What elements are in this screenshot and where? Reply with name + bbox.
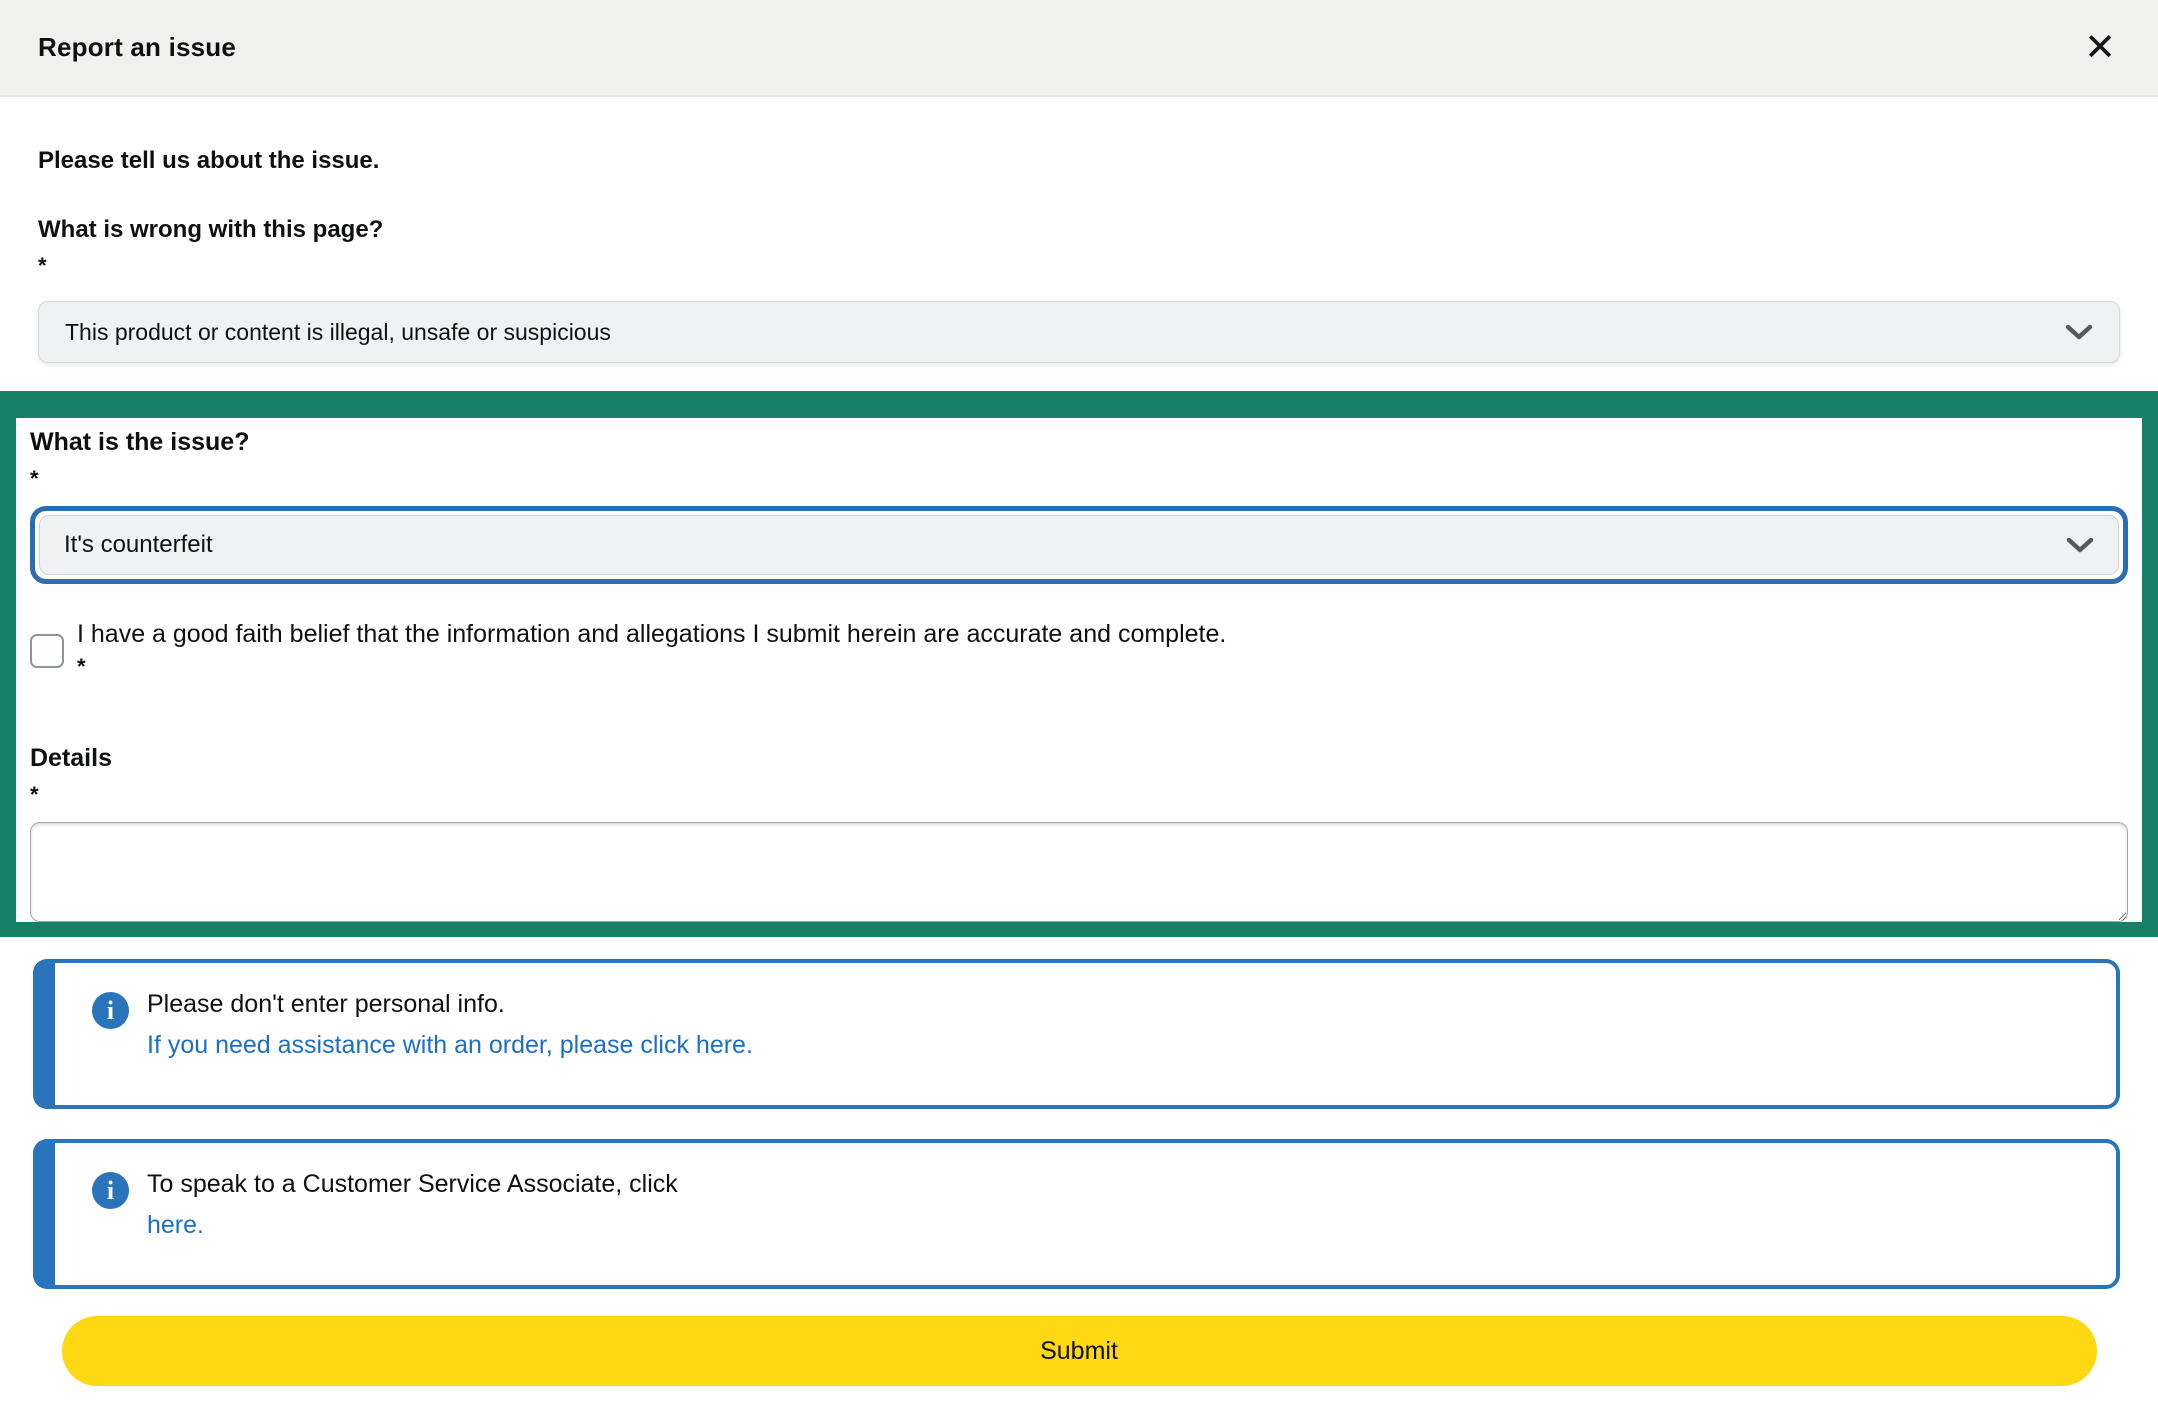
good-faith-row: I have a good faith belief that the info… xyxy=(30,618,2128,680)
personal-info-notice: i Please don't enter personal info. If y… xyxy=(33,959,2120,1109)
required-asterisk: * xyxy=(38,253,2120,279)
notice-body: Please don't enter personal info. If you… xyxy=(147,989,753,1061)
info-icon: i xyxy=(92,1172,129,1209)
page-title: Report an issue xyxy=(38,32,236,63)
required-asterisk: * xyxy=(30,466,2128,492)
required-asterisk: * xyxy=(30,782,2128,808)
issue-select[interactable]: It's counterfeit xyxy=(39,515,2119,575)
chevron-down-icon xyxy=(2066,536,2094,554)
intro-text: Please tell us about the issue. xyxy=(38,145,2120,176)
close-icon: ✕ xyxy=(2084,27,2116,69)
close-button[interactable]: ✕ xyxy=(2082,29,2118,67)
good-faith-label-group: I have a good faith belief that the info… xyxy=(77,618,1226,680)
submit-button[interactable]: Submit xyxy=(62,1316,2097,1386)
page-issue-label: What is wrong with this page? xyxy=(38,214,2120,245)
issue-selected-value: It's counterfeit xyxy=(64,531,213,559)
personal-info-text: Please don't enter personal info. xyxy=(147,989,753,1020)
customer-service-text: To speak to a Customer Service Associate… xyxy=(147,1169,678,1200)
page-issue-select[interactable]: This product or content is illegal, unsa… xyxy=(38,301,2120,363)
chevron-down-icon xyxy=(2065,323,2093,341)
details-label: Details xyxy=(30,742,2128,774)
info-icon: i xyxy=(92,992,129,1029)
page-issue-selected-value: This product or content is illegal, unsa… xyxy=(65,319,611,346)
issue-select-focus-ring: It's counterfeit xyxy=(30,506,2128,584)
highlight-inner: What is the issue? * It's counterfeit I … xyxy=(16,418,2142,922)
required-asterisk: * xyxy=(77,654,1226,680)
modal-header: Report an issue ✕ xyxy=(0,0,2158,97)
highlight-region: What is the issue? * It's counterfeit I … xyxy=(0,391,2158,937)
info-icon-glyph: i xyxy=(107,1178,114,1204)
good-faith-label: I have a good faith belief that the info… xyxy=(77,618,1226,650)
issue-label: What is the issue? xyxy=(30,426,2128,458)
form-section: Please tell us about the issue. What is … xyxy=(0,145,2158,363)
customer-service-notice: i To speak to a Customer Service Associa… xyxy=(33,1139,2120,1289)
details-textarea[interactable] xyxy=(30,822,2128,922)
info-icon-glyph: i xyxy=(107,998,114,1024)
order-assistance-link[interactable]: If you need assistance with an order, pl… xyxy=(147,1030,753,1061)
notice-body: To speak to a Customer Service Associate… xyxy=(147,1169,678,1241)
good-faith-checkbox[interactable] xyxy=(30,634,64,668)
customer-service-here-link[interactable]: here. xyxy=(147,1210,204,1241)
